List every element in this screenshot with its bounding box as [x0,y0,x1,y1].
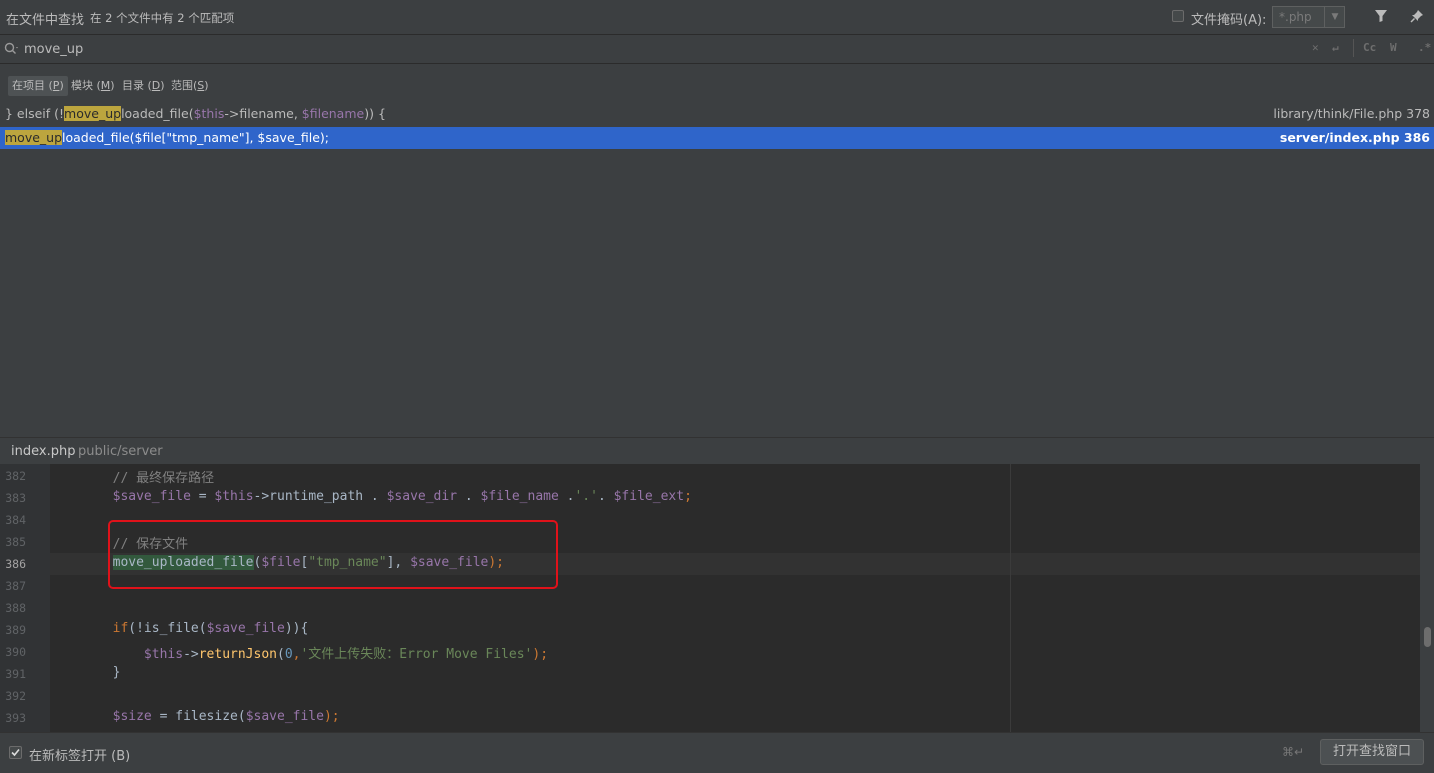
open-in-new-tab-label: 在新标签打开 (B) [29,749,131,764]
right-margin-guide [1010,464,1011,732]
file-mask-value: *.php [1279,10,1312,24]
line-number: 393 [5,711,26,725]
results-empty-area [0,150,1434,437]
line-number: 390 [5,645,26,659]
line-number: 389 [5,623,26,637]
code-line: } [50,665,121,680]
search-row: ✕ ↵ Cc W .* [0,35,1434,64]
line-number: 391 [5,667,26,681]
dialog-title: 在文件中查找 [6,13,85,28]
scope-tab-module[interactable]: 模块 (M) [67,76,119,96]
open-in-new-tab-checkbox[interactable] [9,746,22,759]
scope-tab-range[interactable]: 范围(S) [167,76,213,96]
filter-icon[interactable] [1374,9,1388,27]
scope-tab-directory[interactable]: 目录 (D) [118,76,169,96]
divider [1353,39,1354,57]
line-number: 382 [5,469,26,483]
preview-header: index.php public/server [0,437,1434,465]
result-snippet: } elseif (!move_uploaded_file($this->fil… [5,106,386,121]
result-location: library/think/File.php 378 [1273,106,1430,121]
scrollbar-thumb[interactable] [1424,627,1431,647]
preview-filename: index.php [11,444,76,459]
line-number: 384 [5,513,26,527]
result-row-selected[interactable]: move_uploaded_file($file["tmp_name"], $s… [0,127,1434,149]
shortcut-hint: ⌘↵ [1282,745,1305,759]
find-in-files-header: 在文件中查找 在 2 个文件中有 2 个匹配项 文件掩码(A): *.php ▼ [0,0,1434,35]
code-line: // 最终保存路径 [50,471,215,486]
scope-tab-project[interactable]: 在项目 (P) [8,76,68,96]
match-summary: 在 2 个文件中有 2 个匹配项 [90,11,235,25]
line-number: 385 [5,535,26,549]
line-number-current: 386 [5,557,26,571]
code-line: if(!is_file($save_file)){ [112,621,309,636]
file-mask-checkbox[interactable] [1172,10,1184,22]
open-find-window-button[interactable]: 打开查找窗口 [1320,739,1424,765]
editor-scrollbar[interactable] [1420,464,1434,732]
annotation-highlight-box [108,520,558,589]
line-number: 383 [5,491,26,505]
clear-icon[interactable]: ✕ [1312,41,1319,54]
search-icon[interactable] [4,42,20,60]
code-preview-editor[interactable]: 382 383 384 385 386 387 388 389 390 391 … [0,464,1420,732]
line-number: 388 [5,601,26,615]
match-case-toggle[interactable]: Cc [1363,41,1376,54]
line-number: 387 [5,579,26,593]
line-number-gutter: 382 383 384 385 386 387 388 389 390 391 … [0,464,50,732]
newline-icon[interactable]: ↵ [1332,41,1339,54]
result-location: server/index.php 386 [1279,130,1430,145]
whole-word-toggle[interactable]: W [1390,41,1397,54]
line-number: 392 [5,689,26,703]
pin-icon[interactable] [1410,9,1424,27]
regex-toggle[interactable]: .* [1418,41,1431,54]
file-mask-combo[interactable]: *.php ▼ [1272,6,1345,28]
result-row[interactable]: } elseif (!move_uploaded_file($this->fil… [0,103,1434,125]
code-line: $save_file = $this->runtime_path . $save… [112,489,692,504]
preview-path: public/server [78,444,163,459]
chevron-down-icon[interactable]: ▼ [1324,7,1345,27]
code-line: $size = filesize($save_file); [112,709,340,724]
code-line: $this->returnJson(0,'文件上传失败：Error Move F… [143,647,549,662]
result-snippet: move_uploaded_file($file["tmp_name"], $s… [5,130,330,145]
dialog-footer: 在新标签打开 (B) ⌘↵ 打开查找窗口 [0,732,1434,773]
file-mask-label: 文件掩码(A): [1191,13,1267,28]
search-input[interactable] [24,40,1274,58]
